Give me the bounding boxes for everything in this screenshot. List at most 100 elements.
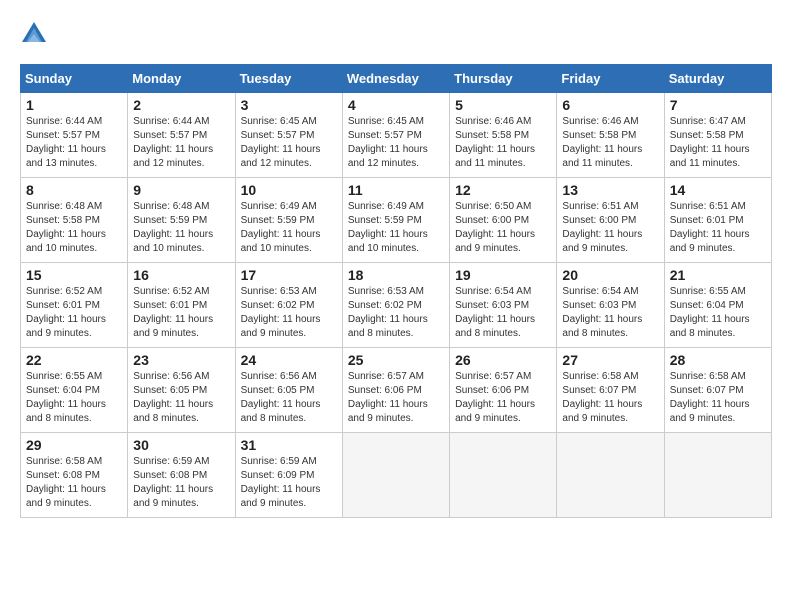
day-info: Sunrise: 6:49 AMSunset: 5:59 PMDaylight:…: [348, 201, 428, 254]
day-info: Sunrise: 6:46 AMSunset: 5:58 PMDaylight:…: [562, 116, 642, 169]
day-number: 2: [133, 97, 229, 113]
calendar-header-row: SundayMondayTuesdayWednesdayThursdayFrid…: [21, 65, 772, 93]
day-info: Sunrise: 6:48 AMSunset: 5:58 PMDaylight:…: [26, 201, 106, 254]
day-info: Sunrise: 6:54 AMSunset: 6:03 PMDaylight:…: [562, 286, 642, 339]
calendar-day-cell: 24 Sunrise: 6:56 AMSunset: 6:05 PMDaylig…: [235, 348, 342, 433]
calendar-day-cell: 12 Sunrise: 6:50 AMSunset: 6:00 PMDaylig…: [450, 178, 557, 263]
day-number: 25: [348, 352, 444, 368]
calendar-day-cell: 6 Sunrise: 6:46 AMSunset: 5:58 PMDayligh…: [557, 93, 664, 178]
calendar-day-cell: 8 Sunrise: 6:48 AMSunset: 5:58 PMDayligh…: [21, 178, 128, 263]
day-info: Sunrise: 6:58 AMSunset: 6:07 PMDaylight:…: [562, 371, 642, 424]
day-info: Sunrise: 6:46 AMSunset: 5:58 PMDaylight:…: [455, 116, 535, 169]
day-number: 9: [133, 182, 229, 198]
day-number: 10: [241, 182, 337, 198]
day-info: Sunrise: 6:52 AMSunset: 6:01 PMDaylight:…: [133, 286, 213, 339]
day-number: 7: [670, 97, 766, 113]
calendar-day-cell: 1 Sunrise: 6:44 AMSunset: 5:57 PMDayligh…: [21, 93, 128, 178]
day-number: 3: [241, 97, 337, 113]
page-header: [20, 20, 772, 48]
calendar-day-cell: 22 Sunrise: 6:55 AMSunset: 6:04 PMDaylig…: [21, 348, 128, 433]
day-number: 13: [562, 182, 658, 198]
day-info: Sunrise: 6:47 AMSunset: 5:58 PMDaylight:…: [670, 116, 750, 169]
day-number: 29: [26, 437, 122, 453]
day-info: Sunrise: 6:44 AMSunset: 5:57 PMDaylight:…: [133, 116, 213, 169]
day-info: Sunrise: 6:51 AMSunset: 6:00 PMDaylight:…: [562, 201, 642, 254]
day-number: 4: [348, 97, 444, 113]
day-info: Sunrise: 6:53 AMSunset: 6:02 PMDaylight:…: [348, 286, 428, 339]
day-number: 11: [348, 182, 444, 198]
day-info: Sunrise: 6:59 AMSunset: 6:09 PMDaylight:…: [241, 456, 321, 509]
calendar-day-cell: 14 Sunrise: 6:51 AMSunset: 6:01 PMDaylig…: [664, 178, 771, 263]
day-info: Sunrise: 6:55 AMSunset: 6:04 PMDaylight:…: [26, 371, 106, 424]
day-info: Sunrise: 6:44 AMSunset: 5:57 PMDaylight:…: [26, 116, 106, 169]
calendar-day-cell: 7 Sunrise: 6:47 AMSunset: 5:58 PMDayligh…: [664, 93, 771, 178]
day-number: 30: [133, 437, 229, 453]
day-number: 19: [455, 267, 551, 283]
calendar-day-cell: 9 Sunrise: 6:48 AMSunset: 5:59 PMDayligh…: [128, 178, 235, 263]
day-info: Sunrise: 6:51 AMSunset: 6:01 PMDaylight:…: [670, 201, 750, 254]
calendar-day-cell: 28 Sunrise: 6:58 AMSunset: 6:07 PMDaylig…: [664, 348, 771, 433]
calendar-day-cell: 30 Sunrise: 6:59 AMSunset: 6:08 PMDaylig…: [128, 433, 235, 518]
day-number: 6: [562, 97, 658, 113]
day-info: Sunrise: 6:57 AMSunset: 6:06 PMDaylight:…: [348, 371, 428, 424]
logo-icon: [20, 20, 48, 48]
day-number: 26: [455, 352, 551, 368]
calendar-day-cell: [450, 433, 557, 518]
calendar-day-cell: 15 Sunrise: 6:52 AMSunset: 6:01 PMDaylig…: [21, 263, 128, 348]
day-number: 16: [133, 267, 229, 283]
calendar-day-cell: 2 Sunrise: 6:44 AMSunset: 5:57 PMDayligh…: [128, 93, 235, 178]
day-info: Sunrise: 6:57 AMSunset: 6:06 PMDaylight:…: [455, 371, 535, 424]
calendar-day-cell: 13 Sunrise: 6:51 AMSunset: 6:00 PMDaylig…: [557, 178, 664, 263]
day-info: Sunrise: 6:59 AMSunset: 6:08 PMDaylight:…: [133, 456, 213, 509]
calendar-day-cell: 18 Sunrise: 6:53 AMSunset: 6:02 PMDaylig…: [342, 263, 449, 348]
day-number: 5: [455, 97, 551, 113]
day-info: Sunrise: 6:45 AMSunset: 5:57 PMDaylight:…: [348, 116, 428, 169]
calendar-day-header: Wednesday: [342, 65, 449, 93]
calendar-day-cell: 10 Sunrise: 6:49 AMSunset: 5:59 PMDaylig…: [235, 178, 342, 263]
calendar-day-cell: 26 Sunrise: 6:57 AMSunset: 6:06 PMDaylig…: [450, 348, 557, 433]
calendar-day-cell: 11 Sunrise: 6:49 AMSunset: 5:59 PMDaylig…: [342, 178, 449, 263]
day-number: 27: [562, 352, 658, 368]
day-number: 23: [133, 352, 229, 368]
day-info: Sunrise: 6:55 AMSunset: 6:04 PMDaylight:…: [670, 286, 750, 339]
calendar-day-cell: 20 Sunrise: 6:54 AMSunset: 6:03 PMDaylig…: [557, 263, 664, 348]
day-info: Sunrise: 6:58 AMSunset: 6:07 PMDaylight:…: [670, 371, 750, 424]
calendar-day-cell: 29 Sunrise: 6:58 AMSunset: 6:08 PMDaylig…: [21, 433, 128, 518]
day-info: Sunrise: 6:50 AMSunset: 6:00 PMDaylight:…: [455, 201, 535, 254]
day-number: 15: [26, 267, 122, 283]
calendar-day-cell: 19 Sunrise: 6:54 AMSunset: 6:03 PMDaylig…: [450, 263, 557, 348]
calendar-day-cell: [342, 433, 449, 518]
day-number: 17: [241, 267, 337, 283]
calendar-day-cell: [557, 433, 664, 518]
calendar-day-cell: 25 Sunrise: 6:57 AMSunset: 6:06 PMDaylig…: [342, 348, 449, 433]
day-info: Sunrise: 6:54 AMSunset: 6:03 PMDaylight:…: [455, 286, 535, 339]
day-number: 28: [670, 352, 766, 368]
calendar-day-header: Tuesday: [235, 65, 342, 93]
day-number: 14: [670, 182, 766, 198]
day-number: 31: [241, 437, 337, 453]
day-number: 12: [455, 182, 551, 198]
day-number: 8: [26, 182, 122, 198]
logo: [20, 20, 52, 48]
calendar-day-cell: [664, 433, 771, 518]
day-info: Sunrise: 6:52 AMSunset: 6:01 PMDaylight:…: [26, 286, 106, 339]
calendar-day-cell: 4 Sunrise: 6:45 AMSunset: 5:57 PMDayligh…: [342, 93, 449, 178]
day-number: 21: [670, 267, 766, 283]
day-info: Sunrise: 6:56 AMSunset: 6:05 PMDaylight:…: [241, 371, 321, 424]
calendar-day-cell: 23 Sunrise: 6:56 AMSunset: 6:05 PMDaylig…: [128, 348, 235, 433]
day-number: 1: [26, 97, 122, 113]
calendar-day-cell: 27 Sunrise: 6:58 AMSunset: 6:07 PMDaylig…: [557, 348, 664, 433]
calendar-day-cell: 17 Sunrise: 6:53 AMSunset: 6:02 PMDaylig…: [235, 263, 342, 348]
calendar-table: SundayMondayTuesdayWednesdayThursdayFrid…: [20, 64, 772, 518]
calendar-day-header: Monday: [128, 65, 235, 93]
day-info: Sunrise: 6:45 AMSunset: 5:57 PMDaylight:…: [241, 116, 321, 169]
day-info: Sunrise: 6:48 AMSunset: 5:59 PMDaylight:…: [133, 201, 213, 254]
day-info: Sunrise: 6:53 AMSunset: 6:02 PMDaylight:…: [241, 286, 321, 339]
calendar-day-cell: 21 Sunrise: 6:55 AMSunset: 6:04 PMDaylig…: [664, 263, 771, 348]
day-number: 24: [241, 352, 337, 368]
calendar-week-row: 1 Sunrise: 6:44 AMSunset: 5:57 PMDayligh…: [21, 93, 772, 178]
calendar-day-header: Saturday: [664, 65, 771, 93]
day-number: 18: [348, 267, 444, 283]
calendar-day-cell: 3 Sunrise: 6:45 AMSunset: 5:57 PMDayligh…: [235, 93, 342, 178]
calendar-day-header: Sunday: [21, 65, 128, 93]
